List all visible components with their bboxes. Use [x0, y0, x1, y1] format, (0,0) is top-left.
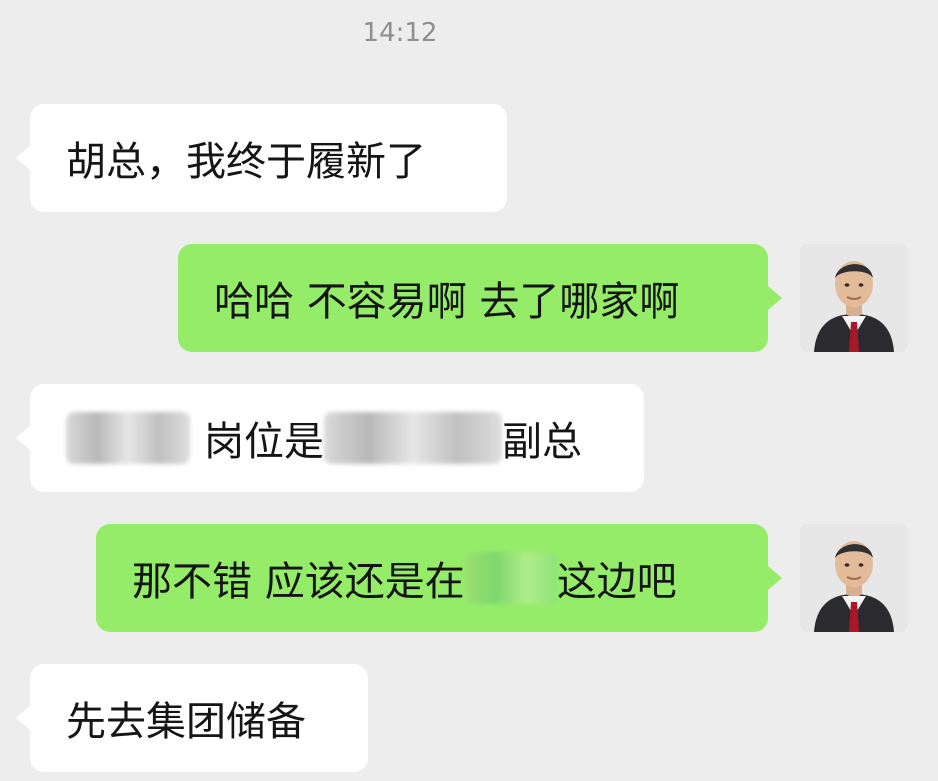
message-text: 岗位是 — [204, 419, 324, 465]
message-text: 胡总，我终于履新了 — [66, 139, 426, 185]
incoming-message[interactable]: 先去集团储备 — [16, 664, 368, 772]
outgoing-message[interactable]: 哈哈 不容易啊 去了哪家啊 — [178, 244, 782, 352]
message-text: 这边吧 — [556, 559, 677, 605]
incoming-message[interactable]: 岗位是 副总 — [16, 384, 644, 492]
user-avatar[interactable] — [800, 524, 908, 632]
user-avatar[interactable] — [800, 244, 908, 352]
message-timestamp: 14:12 — [362, 18, 438, 48]
person-in-suit-icon — [800, 524, 908, 632]
outgoing-message[interactable]: 那不错 应该还是在 这边吧 — [96, 524, 782, 632]
message-text: 那不错 应该还是在 — [132, 559, 465, 605]
message-text: 先去集团储备 — [66, 699, 306, 745]
incoming-message[interactable]: 胡总，我终于履新了 — [16, 104, 507, 212]
person-in-suit-icon — [800, 244, 908, 352]
message-text: 哈哈 不容易啊 去了哪家啊 — [214, 279, 680, 325]
redacted-text — [324, 412, 502, 464]
redacted-text — [464, 552, 557, 604]
message-text: 副总 — [502, 419, 582, 465]
redacted-text — [66, 412, 190, 464]
